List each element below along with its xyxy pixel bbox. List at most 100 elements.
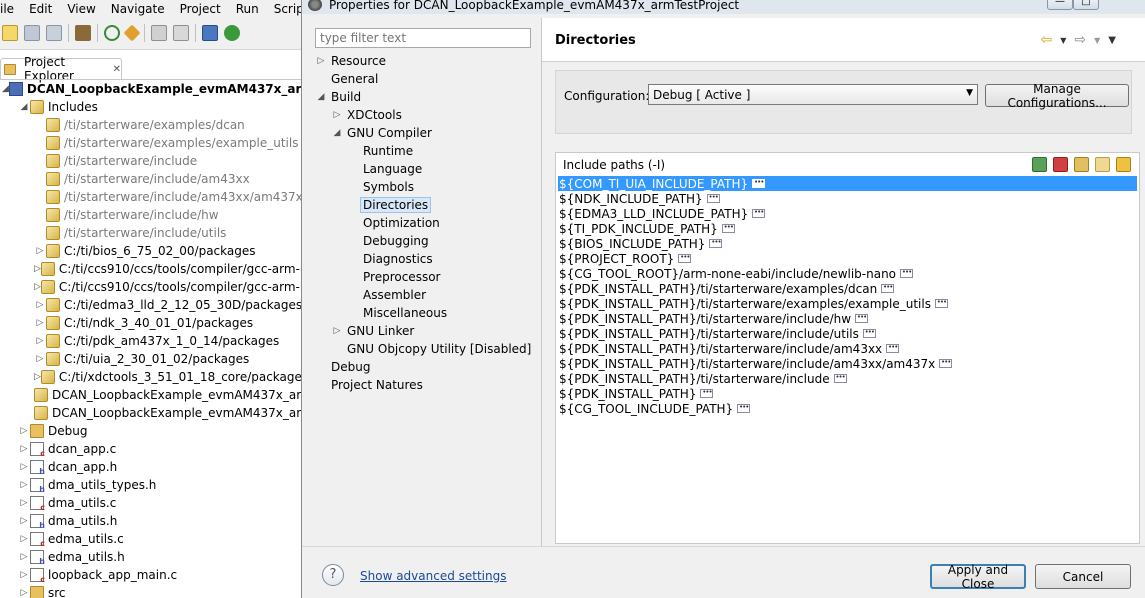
nav-item[interactable]: Directories	[315, 196, 543, 214]
ellipsis-icon[interactable]: •••	[886, 344, 900, 353]
include-path-row[interactable]: ${EDMA3_LLD_INCLUDE_PATH} •••	[558, 206, 1137, 221]
ellipsis-icon[interactable]: •••	[881, 284, 895, 293]
collapsed-twistie-icon[interactable]: ▷	[34, 300, 46, 310]
menu-item[interactable]: View	[67, 2, 95, 16]
chevron-down-icon[interactable]: ▼	[1094, 36, 1100, 45]
tree-item[interactable]: ▷ C:/ti/uia_2_30_01_02/packages	[0, 350, 305, 368]
move-up-icon[interactable]	[1095, 157, 1110, 172]
apply-and-close-button[interactable]: Apply and Close	[930, 563, 1026, 591]
collapsed-twistie-icon[interactable]: ▷	[34, 372, 41, 382]
collapsed-twistie-icon[interactable]: ▷	[18, 516, 30, 526]
nav-item[interactable]: ◢ Build	[315, 88, 543, 106]
minimize-button[interactable]: —	[1047, 0, 1073, 10]
tree-item[interactable]: /ti/starterware/include/am43xx/am437x	[0, 188, 305, 206]
tree-item[interactable]: ▷ edma_utils.h	[0, 548, 305, 566]
include-path-row[interactable]: ${PDK_INSTALL_PATH}/ti/starterware/inclu…	[558, 326, 1137, 341]
nav-item[interactable]: Miscellaneous	[315, 304, 543, 322]
tree-item[interactable]: ▷ dma_utils.h	[0, 512, 305, 530]
ellipsis-icon[interactable]: •••	[855, 314, 869, 323]
collapsed-twistie-icon[interactable]: ▷	[34, 246, 46, 256]
monitor-icon[interactable]	[202, 25, 218, 41]
project-explorer-tab[interactable]: Project Explorer ✕	[0, 55, 122, 83]
tree-item[interactable]: ▷ C:/ti/pdk_am437x_1_0_14/packages	[0, 332, 305, 350]
collapsed-twistie-icon[interactable]: ▷	[18, 426, 30, 436]
nav-item[interactable]: ◢ GNU Compiler	[315, 124, 543, 142]
tree-item[interactable]: ▷ C:/ti/xdctools_3_51_01_18_core/packages	[0, 368, 305, 386]
include-path-row[interactable]: ${PDK_INSTALL_PATH}/ti/starterware/examp…	[558, 296, 1137, 311]
include-path-row[interactable]: ${CG_TOOL_INCLUDE_PATH} •••	[558, 401, 1137, 416]
list-icon[interactable]	[173, 25, 189, 41]
collapsed-twistie-icon[interactable]: ▷	[34, 354, 46, 364]
delete-icon[interactable]	[1053, 157, 1068, 172]
nav-item[interactable]: Preprocessor	[315, 268, 543, 286]
nav-item[interactable]: ▷ XDCtools	[315, 106, 543, 124]
nav-item[interactable]: Optimization	[315, 214, 543, 232]
tree-item[interactable]: ▷ dcan_app.h	[0, 458, 305, 476]
collapsed-twistie-icon[interactable]: ▷	[34, 264, 41, 274]
tree-item[interactable]: ▷ dma_utils_types.h	[0, 476, 305, 494]
new-icon[interactable]	[2, 25, 18, 41]
include-path-row[interactable]: ${PROJECT_ROOT} •••	[558, 251, 1137, 266]
nav-item[interactable]: ▷ GNU Linker	[315, 322, 543, 340]
tree-item[interactable]: ▷ src	[0, 584, 305, 598]
tree-item[interactable]: ▷ C:/ti/ccs910/ccs/tools/compiler/gcc-arm…	[0, 278, 305, 296]
include-path-row[interactable]: ${PDK_INSTALL_PATH}/ti/starterware/inclu…	[558, 356, 1137, 371]
flash-icon[interactable]	[123, 24, 141, 42]
help-icon[interactable]: ?	[322, 564, 344, 586]
ellipsis-icon[interactable]: •••	[706, 194, 720, 203]
maximize-button[interactable]: □	[1073, 0, 1099, 10]
build-hammer-icon[interactable]	[75, 25, 91, 41]
expanded-twistie-icon[interactable]: ◢	[331, 128, 343, 138]
pane-divider[interactable]	[541, 18, 542, 546]
tree-item[interactable]: DCAN_LoopbackExample_evmAM437x_armTestPr…	[0, 404, 305, 422]
collapsed-twistie-icon[interactable]: ▷	[331, 110, 343, 120]
nav-item[interactable]: Assembler	[315, 286, 543, 304]
ellipsis-icon[interactable]: •••	[709, 239, 723, 248]
menu-item[interactable]: ile	[0, 2, 14, 16]
collapsed-twistie-icon[interactable]: ▷	[331, 326, 343, 336]
collapsed-twistie-icon[interactable]: ▷	[18, 462, 30, 472]
tree-item[interactable]: ▷ C:/ti/bios_6_75_02_00/packages	[0, 242, 305, 260]
tree-item[interactable]: /ti/starterware/examples/example_utils	[0, 134, 305, 152]
save-all-icon[interactable]	[46, 25, 62, 41]
ellipsis-icon[interactable]: •••	[900, 269, 914, 278]
include-path-row[interactable]: ${NDK_INCLUDE_PATH} •••	[558, 191, 1137, 206]
tree-item[interactable]: ▷ dcan_app.c	[0, 440, 305, 458]
nav-item[interactable]: General	[315, 70, 543, 88]
nav-item[interactable]: Language	[315, 160, 543, 178]
include-path-row[interactable]: ${BIOS_INCLUDE_PATH} •••	[558, 236, 1137, 251]
tree-item[interactable]: ▷ C:/ti/ndk_3_40_01_01/packages	[0, 314, 305, 332]
ellipsis-icon[interactable]: •••	[752, 209, 766, 218]
ellipsis-icon[interactable]: •••	[678, 254, 692, 263]
collapsed-twistie-icon[interactable]: ▷	[18, 444, 30, 454]
menu-item[interactable]: Edit	[29, 2, 52, 16]
tree-item[interactable]: ◢ Includes	[0, 98, 305, 116]
collapsed-twistie-icon[interactable]: ▷	[315, 56, 327, 66]
expanded-twistie-icon[interactable]: ◢	[2, 84, 9, 94]
save-icon[interactable]	[24, 25, 40, 41]
filter-input[interactable]	[315, 28, 531, 48]
include-path-row[interactable]: ${CG_TOOL_ROOT}/arm-none-eabi/include/ne…	[558, 266, 1137, 281]
expanded-twistie-icon[interactable]: ◢	[18, 102, 30, 112]
nav-item[interactable]: Debug	[315, 358, 543, 376]
include-path-row[interactable]: ${COM_TI_UIA_INCLUDE_PATH} •••	[558, 176, 1137, 191]
menu-item[interactable]: Project	[180, 2, 221, 16]
include-path-row[interactable]: ${PDK_INSTALL_PATH}/ti/starterware/examp…	[558, 281, 1137, 296]
move-down-icon[interactable]	[1116, 157, 1131, 172]
collapsed-twistie-icon[interactable]: ▷	[34, 336, 46, 346]
tree-item[interactable]: ▷ Debug	[0, 422, 305, 440]
include-path-row[interactable]: ${TI_PDK_INCLUDE_PATH} •••	[558, 221, 1137, 236]
menu-item[interactable]: Run	[236, 2, 259, 16]
add-icon[interactable]	[1032, 157, 1047, 172]
include-path-row[interactable]: ${PDK_INSTALL_PATH}/ti/starterware/inclu…	[558, 371, 1137, 386]
ellipsis-icon[interactable]: •••	[934, 299, 948, 308]
debug-bug-icon[interactable]	[224, 25, 240, 41]
tree-item[interactable]: ▷ C:/ti/ccs910/ccs/tools/compiler/gcc-arm…	[0, 260, 305, 278]
ellipsis-icon[interactable]: •••	[752, 179, 766, 188]
forward-arrow-icon[interactable]: ⇨	[1074, 32, 1086, 48]
collapsed-twistie-icon[interactable]: ▷	[18, 588, 30, 598]
tree-item[interactable]: ▷ loopback_app_main.c	[0, 566, 305, 584]
nav-item[interactable]: Symbols	[315, 178, 543, 196]
tree-item[interactable]: /ti/starterware/include/am43xx	[0, 170, 305, 188]
configuration-select[interactable]: Debug [ Active ] ▼	[648, 84, 978, 105]
